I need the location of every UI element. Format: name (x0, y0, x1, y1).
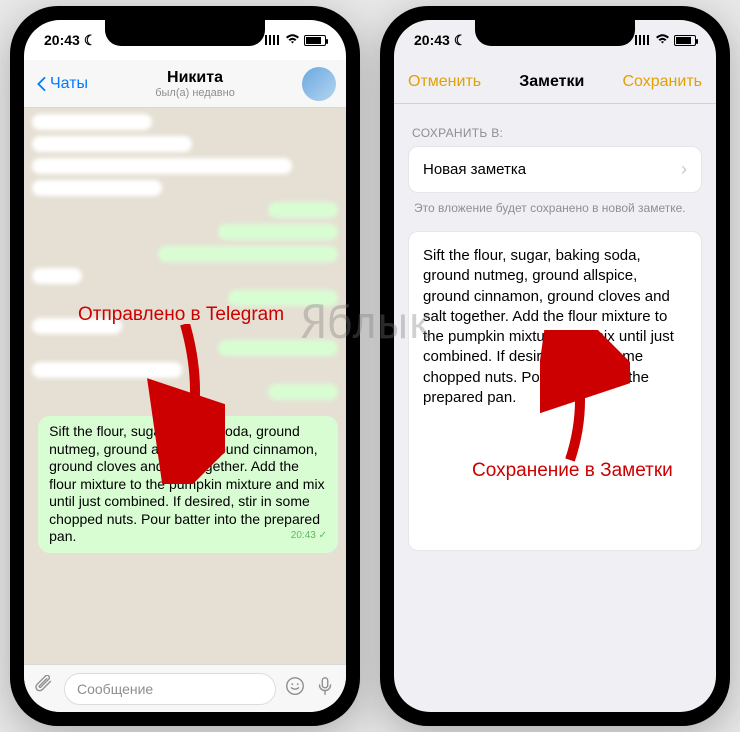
message-blurred (32, 318, 122, 334)
note-content-card[interactable]: Sift the flour, sugar, baking soda, grou… (408, 231, 702, 551)
message-meta: 20:43 ✓ (291, 530, 327, 543)
sticker-icon[interactable] (284, 675, 306, 703)
message-blurred (32, 158, 292, 174)
back-button[interactable]: Чаты (34, 75, 88, 93)
message-blurred (32, 114, 152, 130)
message-blurred (218, 224, 338, 240)
message-input-bar: Сообщение (24, 664, 346, 712)
cancel-button[interactable]: Отменить (408, 73, 481, 91)
message-blurred (158, 246, 338, 262)
note-content-text: Sift the flour, sugar, baking soda, grou… (423, 247, 674, 406)
chat-title-block[interactable]: Никита был(а) недавно (155, 69, 235, 99)
message-blurred (228, 290, 338, 306)
back-label: Чаты (50, 75, 88, 93)
message-blurred (268, 202, 338, 218)
message-blurred (32, 362, 182, 378)
screen-telegram: 20:43 ☾ Чаты Никита был(а) недавно (24, 20, 346, 712)
screen-notes-share: 20:43 ☾ Отменить Заметки Сохранить СОХРА… (394, 20, 716, 712)
signal-icon (265, 35, 281, 45)
wifi-icon (655, 33, 670, 47)
chat-header: Чаты Никита был(а) недавно (24, 60, 346, 108)
wifi-icon (285, 33, 300, 47)
signal-icon (635, 35, 651, 45)
status-time: 20:43 ☾ (44, 32, 96, 49)
moon-icon: ☾ (454, 32, 467, 49)
notes-title: Заметки (519, 73, 584, 91)
avatar[interactable] (302, 67, 336, 101)
notch (105, 20, 265, 46)
message-blurred (32, 136, 192, 152)
message-placeholder: Сообщение (77, 681, 153, 697)
status-time-value: 20:43 (414, 32, 450, 48)
status-indicators (265, 33, 326, 47)
phone-mockup-left: 20:43 ☾ Чаты Никита был(а) недавно (10, 6, 360, 726)
destination-row[interactable]: Новая заметка › (408, 146, 702, 193)
phone-mockup-right: 20:43 ☾ Отменить Заметки Сохранить СОХРА… (380, 6, 730, 726)
battery-icon (304, 35, 326, 46)
save-button[interactable]: Сохранить (622, 73, 702, 91)
status-time-value: 20:43 (44, 32, 80, 48)
status-indicators (635, 33, 696, 47)
mic-icon[interactable] (314, 675, 336, 703)
battery-icon (674, 35, 696, 46)
destination-label: Новая заметка (423, 161, 526, 178)
moon-icon: ☾ (84, 32, 97, 49)
message-text: Sift the flour, sugar, baking soda, grou… (49, 423, 324, 544)
message-blurred (268, 384, 338, 400)
check-icon: ✓ (319, 530, 327, 541)
chat-subtitle: был(а) недавно (155, 87, 235, 99)
message-blurred (32, 180, 162, 196)
destination-hint: Это вложение будет сохранено в новой зам… (408, 193, 702, 231)
chevron-left-icon (34, 77, 48, 91)
notch (475, 20, 635, 46)
notes-body: СОХРАНИТЬ В: Новая заметка › Это вложени… (394, 104, 716, 712)
chat-title: Никита (155, 69, 235, 87)
message-time: 20:43 (291, 530, 316, 541)
message-blurred (218, 340, 338, 356)
attach-icon[interactable] (34, 675, 56, 703)
message-outgoing[interactable]: Sift the flour, sugar, baking soda, grou… (38, 416, 338, 553)
chevron-right-icon: › (681, 159, 687, 180)
notes-header: Отменить Заметки Сохранить (394, 60, 716, 104)
section-label: СОХРАНИТЬ В: (408, 118, 702, 146)
chat-body: Sift the flour, sugar, baking soda, grou… (24, 108, 346, 664)
status-time: 20:43 ☾ (414, 32, 466, 49)
message-input[interactable]: Сообщение (64, 673, 276, 705)
message-blurred (32, 268, 82, 284)
